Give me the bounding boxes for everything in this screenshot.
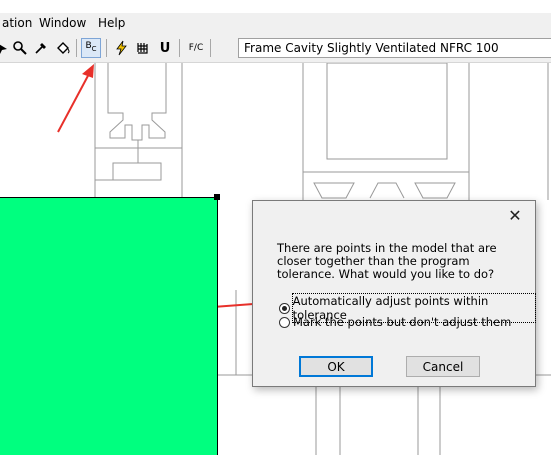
toolbar-separator (179, 39, 180, 57)
cancel-button[interactable]: Cancel (406, 356, 480, 377)
material-region[interactable] (0, 197, 218, 455)
radio-unselected-icon[interactable] (279, 316, 290, 328)
u-factor-button[interactable]: U (155, 38, 175, 58)
toolbar-separator (76, 39, 77, 57)
option-mark-points[interactable]: Mark the points but don't adjust them (279, 315, 511, 329)
menubar: ation Window Help (0, 13, 551, 34)
tolerance-dialog: ✕ There are points in the model that are… (252, 200, 537, 387)
combobox-value: Frame Cavity Slightly Ventilated NFRC 10… (244, 41, 499, 55)
red-arrowhead-toolbar (82, 64, 94, 78)
menu-help[interactable]: Help (98, 16, 125, 30)
ok-button[interactable]: OK (299, 356, 373, 377)
option-mark-points-label[interactable]: Mark the points but don't adjust them (293, 315, 511, 329)
lightning-icon[interactable] (111, 38, 131, 58)
toolbar-separator (106, 39, 107, 57)
boundary-conditions-button[interactable]: BC (81, 38, 101, 58)
material-combobox[interactable]: Frame Cavity Slightly Ventilated NFRC 10… (238, 38, 551, 58)
close-button[interactable]: ✕ (505, 205, 525, 225)
mesh-icon[interactable] (133, 38, 153, 58)
dialog-message: There are points in the model that are c… (277, 241, 497, 281)
radio-selected-icon[interactable] (279, 302, 290, 314)
selection-handle[interactable] (214, 194, 220, 200)
menu-window[interactable]: Window (39, 16, 86, 30)
eyedropper-icon[interactable] (31, 38, 51, 58)
fc-button[interactable]: F/C (186, 38, 206, 58)
close-icon: ✕ (508, 205, 522, 225)
bc-label: BC (85, 41, 97, 53)
fill-bucket-icon[interactable] (53, 38, 73, 58)
zoom-icon[interactable] (10, 38, 30, 58)
frame-outline-left (94, 63, 183, 197)
red-arrow-toolbar (57, 71, 91, 133)
menu-application[interactable]: ation (2, 16, 32, 30)
toolbar-separator (210, 39, 211, 57)
